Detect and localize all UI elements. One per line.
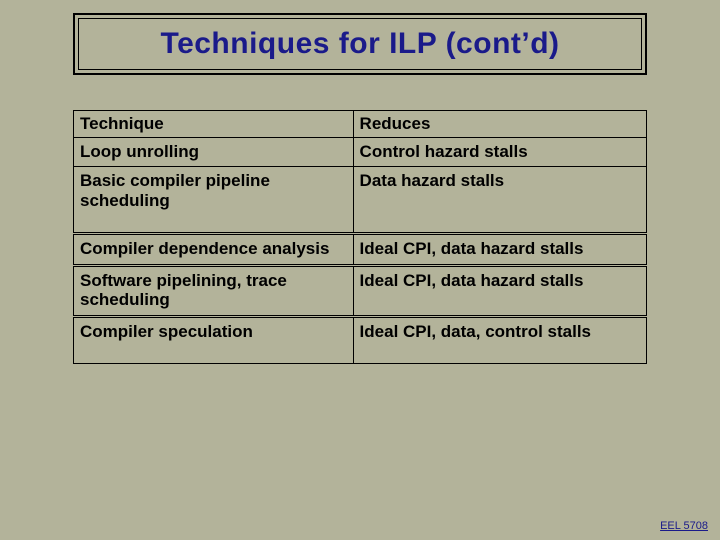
header-reduces: Reduces	[353, 111, 646, 138]
table-row: Compiler dependence analysis Ideal CPI, …	[74, 234, 647, 266]
table-header-row: Technique Reduces	[74, 111, 647, 138]
cell-technique: Loop unrolling	[74, 137, 354, 167]
table-row: Loop unrolling Control hazard stalls	[74, 137, 647, 167]
cell-reduces: Control hazard stalls	[353, 137, 646, 167]
table-row: Software pipelining, trace scheduling Id…	[74, 265, 647, 316]
cell-technique: Basic compiler pipeline scheduling	[74, 167, 354, 234]
cell-reduces: Ideal CPI, data hazard stalls	[353, 234, 646, 266]
cell-reduces: Data hazard stalls	[353, 167, 646, 234]
footer-course-code: EEL 5708	[660, 520, 708, 532]
slide-title: Techniques for ILP (cont’d)	[160, 27, 559, 61]
cell-technique: Compiler speculation	[74, 316, 354, 364]
table-row: Basic compiler pipeline scheduling Data …	[74, 167, 647, 234]
slide: Techniques for ILP (cont’d) Technique Re…	[0, 0, 720, 540]
header-technique: Technique	[74, 111, 354, 138]
cell-reduces: Ideal CPI, data, control stalls	[353, 316, 646, 364]
table-row: Compiler speculation Ideal CPI, data, co…	[74, 316, 647, 364]
title-box: Techniques for ILP (cont’d)	[73, 13, 647, 75]
cell-technique: Software pipelining, trace scheduling	[74, 265, 354, 316]
techniques-table: Technique Reduces Loop unrolling Control…	[73, 110, 647, 364]
cell-technique: Compiler dependence analysis	[74, 234, 354, 266]
cell-reduces: Ideal CPI, data hazard stalls	[353, 265, 646, 316]
